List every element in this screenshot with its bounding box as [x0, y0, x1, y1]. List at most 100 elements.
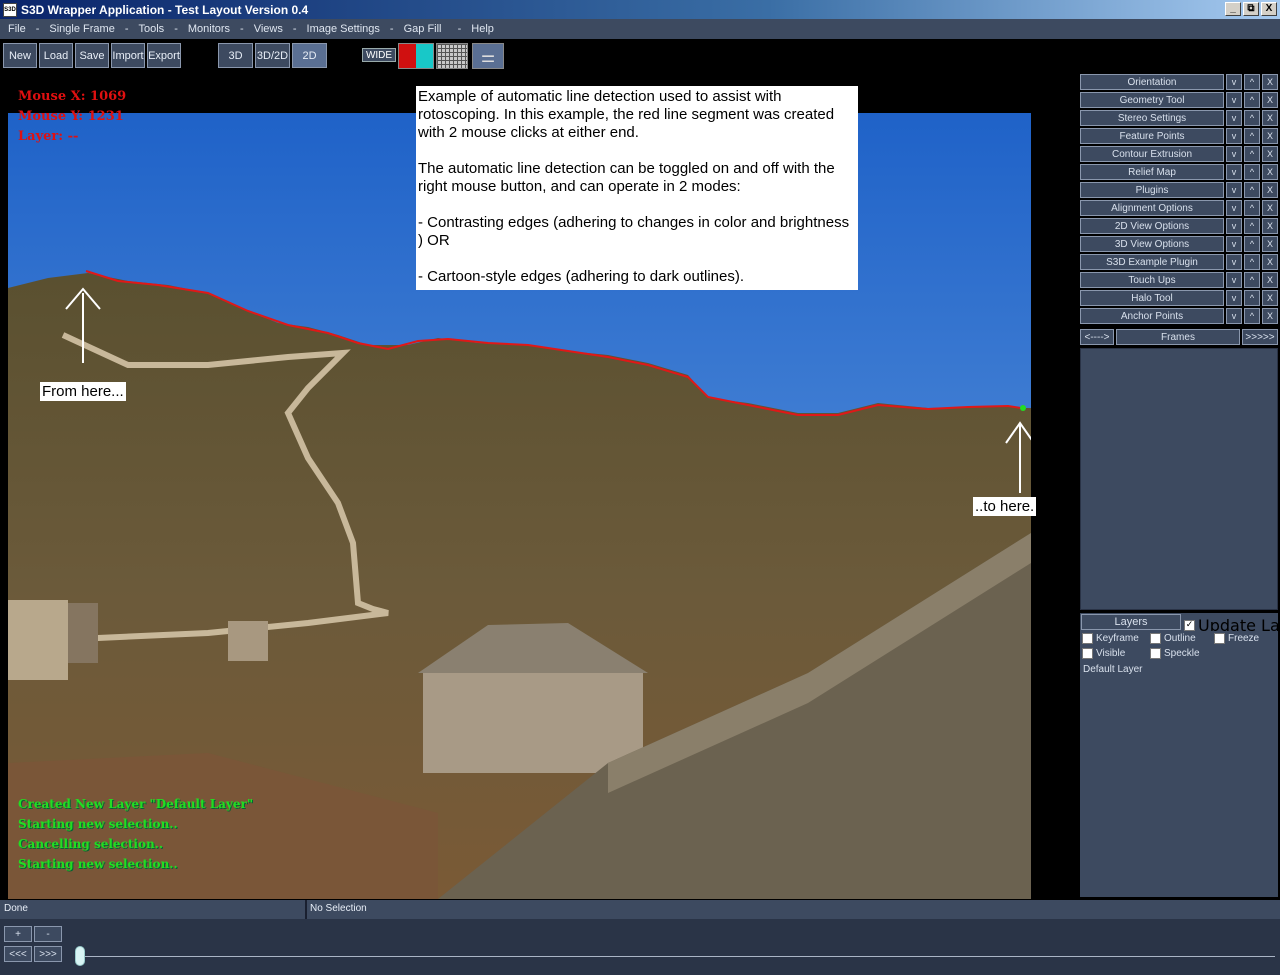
forward-button[interactable]: >>>	[34, 946, 62, 962]
frames-next-button[interactable]: >>>>>	[1242, 329, 1278, 345]
tool-row: 2D View Options v ^ X	[1080, 218, 1278, 234]
tool-up-button[interactable]: ^	[1244, 272, 1260, 288]
tool-button[interactable]: Anchor Points	[1080, 308, 1224, 324]
tool-close-button[interactable]: X	[1262, 200, 1278, 216]
tool-down-button[interactable]: v	[1226, 128, 1242, 144]
tool-close-button[interactable]: X	[1262, 272, 1278, 288]
close-window-button[interactable]: X	[1261, 2, 1277, 16]
frames-area[interactable]	[1080, 348, 1278, 610]
tool-up-button[interactable]: ^	[1244, 110, 1260, 126]
camera-icon[interactable]: ⚌	[472, 43, 504, 69]
restore-button[interactable]: ⧉	[1243, 2, 1259, 16]
wide-toggle[interactable]: WIDE	[362, 48, 396, 62]
keyframe-checkbox[interactable]: Keyframe	[1082, 633, 1139, 644]
tool-button[interactable]: Orientation	[1080, 74, 1224, 90]
zoom-in-button[interactable]: +	[4, 926, 32, 942]
save-button[interactable]: Save	[75, 43, 109, 68]
tool-down-button[interactable]: v	[1226, 290, 1242, 306]
visible-checkbox[interactable]: Visible	[1082, 648, 1125, 659]
outline-checkbox[interactable]: Outline	[1150, 633, 1196, 644]
tool-down-button[interactable]: v	[1226, 110, 1242, 126]
stereo-color-button[interactable]	[398, 43, 434, 69]
tool-down-button[interactable]: v	[1226, 272, 1242, 288]
tool-up-button[interactable]: ^	[1244, 92, 1260, 108]
menu-gap-fill[interactable]: Gap Fill	[396, 23, 450, 35]
tool-button[interactable]: Touch Ups	[1080, 272, 1224, 288]
tool-down-button[interactable]: v	[1226, 92, 1242, 108]
tool-down-button[interactable]: v	[1226, 74, 1242, 90]
tool-close-button[interactable]: X	[1262, 146, 1278, 162]
tool-button[interactable]: Alignment Options	[1080, 200, 1224, 216]
tool-button[interactable]: Geometry Tool	[1080, 92, 1224, 108]
tool-close-button[interactable]: X	[1262, 128, 1278, 144]
import-button[interactable]: Import	[111, 43, 145, 68]
menu-views[interactable]: Views	[246, 23, 291, 35]
tool-button[interactable]: 2D View Options	[1080, 218, 1224, 234]
tool-row: Relief Map v ^ X	[1080, 164, 1278, 180]
tool-up-button[interactable]: ^	[1244, 182, 1260, 198]
tool-up-button[interactable]: ^	[1244, 254, 1260, 270]
tool-down-button[interactable]: v	[1226, 146, 1242, 162]
tool-down-button[interactable]: v	[1226, 308, 1242, 324]
speckle-checkbox[interactable]: Speckle	[1150, 648, 1200, 659]
tool-up-button[interactable]: ^	[1244, 200, 1260, 216]
frames-prev-button[interactable]: <---->	[1080, 329, 1114, 345]
menu-single-frame[interactable]: Single Frame	[41, 23, 122, 35]
tool-close-button[interactable]: X	[1262, 92, 1278, 108]
tool-close-button[interactable]: X	[1262, 182, 1278, 198]
tool-down-button[interactable]: v	[1226, 164, 1242, 180]
tool-button[interactable]: Contour Extrusion	[1080, 146, 1224, 162]
tool-down-button[interactable]: v	[1226, 218, 1242, 234]
tool-button[interactable]: Relief Map	[1080, 164, 1224, 180]
tool-close-button[interactable]: X	[1262, 218, 1278, 234]
minimize-button[interactable]: _	[1225, 2, 1241, 16]
mode-3d2d-button[interactable]: 3D/2D	[255, 43, 290, 68]
tool-button[interactable]: 3D View Options	[1080, 236, 1224, 252]
tool-button[interactable]: Halo Tool	[1080, 290, 1224, 306]
grid-icon[interactable]	[436, 43, 468, 69]
tool-up-button[interactable]: ^	[1244, 290, 1260, 306]
tool-close-button[interactable]: X	[1262, 308, 1278, 324]
mode-3d-button[interactable]: 3D	[218, 43, 253, 68]
tool-down-button[interactable]: v	[1226, 254, 1242, 270]
tool-up-button[interactable]: ^	[1244, 74, 1260, 90]
tool-row: Alignment Options v ^ X	[1080, 200, 1278, 216]
tool-close-button[interactable]: X	[1262, 110, 1278, 126]
tool-close-button[interactable]: X	[1262, 254, 1278, 270]
tool-close-button[interactable]: X	[1262, 236, 1278, 252]
tool-up-button[interactable]: ^	[1244, 218, 1260, 234]
menu-help[interactable]: Help	[463, 23, 502, 35]
tool-button[interactable]: S3D Example Plugin	[1080, 254, 1224, 270]
tool-close-button[interactable]: X	[1262, 74, 1278, 90]
zoom-out-button[interactable]: -	[34, 926, 62, 942]
tool-up-button[interactable]: ^	[1244, 308, 1260, 324]
frames-label: Frames	[1116, 329, 1240, 345]
menu-file[interactable]: File	[0, 23, 34, 35]
tool-close-button[interactable]: X	[1262, 164, 1278, 180]
export-button[interactable]: Export	[147, 43, 181, 68]
menu-monitors[interactable]: Monitors	[180, 23, 238, 35]
tool-up-button[interactable]: ^	[1244, 146, 1260, 162]
status-text: Done	[4, 903, 28, 914]
tool-button[interactable]: Stereo Settings	[1080, 110, 1224, 126]
timeline-slider-handle[interactable]	[75, 946, 85, 966]
tool-button[interactable]: Plugins	[1080, 182, 1224, 198]
tool-down-button[interactable]: v	[1226, 200, 1242, 216]
tool-up-button[interactable]: ^	[1244, 164, 1260, 180]
mode-2d-button[interactable]: 2D	[292, 43, 327, 68]
menu-image-settings[interactable]: Image Settings	[299, 23, 388, 35]
tool-close-button[interactable]: X	[1262, 290, 1278, 306]
menu-tools[interactable]: Tools	[131, 23, 173, 35]
new-button[interactable]: New	[3, 43, 37, 68]
annotation-note: Example of automatic line detection used…	[416, 86, 858, 290]
tool-up-button[interactable]: ^	[1244, 128, 1260, 144]
load-button[interactable]: Load	[39, 43, 73, 68]
rewind-button[interactable]: <<<	[4, 946, 32, 962]
timeline-track[interactable]	[80, 956, 1275, 957]
tool-down-button[interactable]: v	[1226, 182, 1242, 198]
tool-down-button[interactable]: v	[1226, 236, 1242, 252]
tool-button[interactable]: Feature Points	[1080, 128, 1224, 144]
layer-item[interactable]: Default Layer	[1083, 664, 1275, 675]
freeze-checkbox[interactable]: Freeze	[1214, 633, 1259, 644]
tool-up-button[interactable]: ^	[1244, 236, 1260, 252]
